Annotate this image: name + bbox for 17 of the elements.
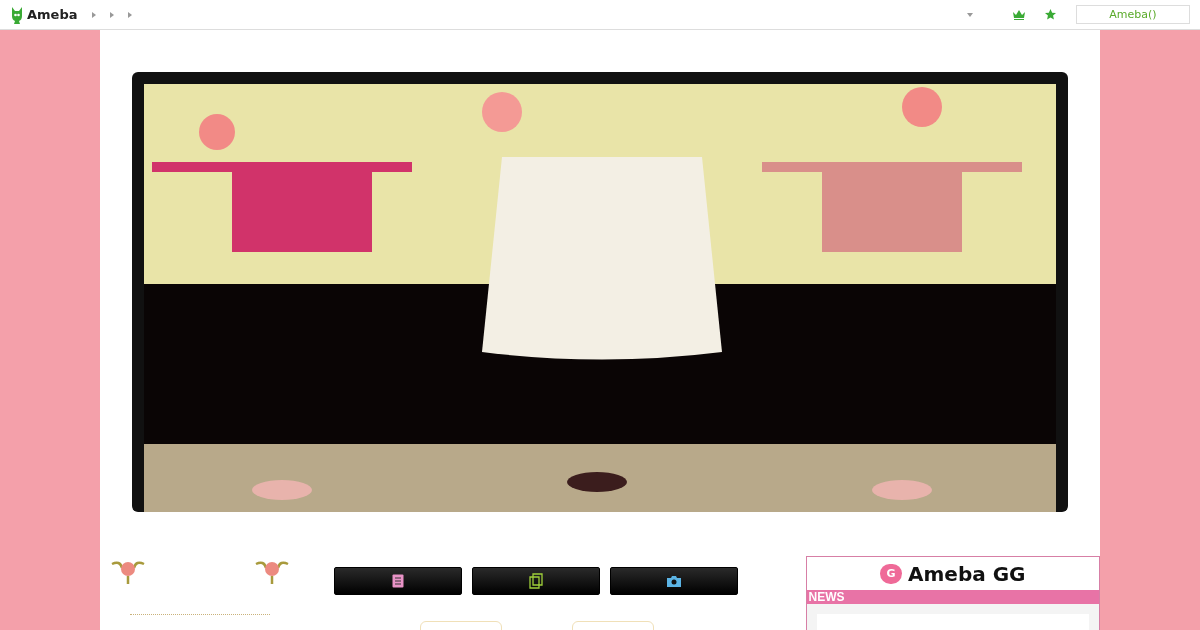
widget-title: Ameba GG — [908, 561, 1026, 586]
camera-nav-button[interactable] — [610, 567, 739, 595]
news-heading: NEWS — [806, 590, 1099, 604]
pages-icon — [529, 573, 544, 589]
crown-icon[interactable] — [1013, 9, 1025, 20]
pages-nav-button[interactable] — [472, 567, 601, 595]
list-icon — [392, 574, 405, 588]
camera-icon — [667, 575, 682, 587]
heart-badge: G — [880, 563, 902, 584]
caret-icon[interactable] — [967, 12, 973, 17]
star-icon[interactable] — [1045, 9, 1056, 20]
triangle-icon[interactable] — [109, 11, 114, 18]
triangle-icon[interactable] — [91, 11, 96, 18]
ameba-logo[interactable]: Ameba — [27, 7, 78, 22]
list-nav-button[interactable] — [334, 567, 463, 595]
triangle-icon[interactable] — [127, 11, 132, 18]
mascot-icon — [10, 5, 24, 24]
